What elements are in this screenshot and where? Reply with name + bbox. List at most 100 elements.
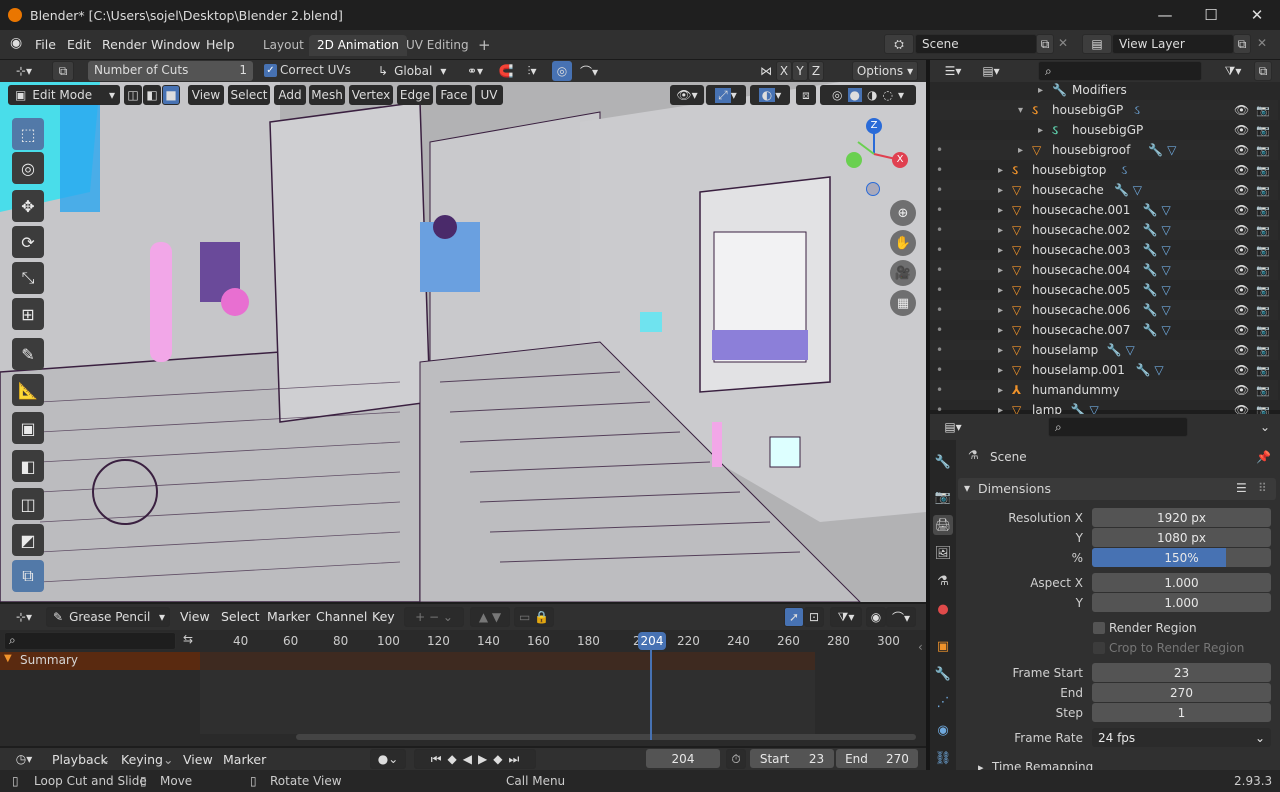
annotate-icon[interactable]: ✎ <box>12 338 44 370</box>
frame-end-field[interactable]: 270 <box>1092 683 1271 702</box>
modifier-data-icon[interactable]: 🔧 ▽ <box>1143 223 1171 237</box>
tool-tab-icon[interactable]: 🔧 <box>933 452 953 472</box>
camera-view-icon[interactable]: 🎥 <box>890 260 916 286</box>
outliner-row[interactable]: • ▸ ▽ housebigroof 🔧 ▽ 👁 📷 <box>930 140 1278 160</box>
properties-search-input[interactable]: ⌕ <box>1048 417 1188 437</box>
menu-add[interactable]: Add <box>274 85 306 105</box>
options-dropdown[interactable]: Options ▾ <box>852 61 918 81</box>
outliner-row[interactable]: • ▸ ઽ housebigtop ઽ 👁 📷 <box>930 160 1278 180</box>
dopesheet-mode-dropdown[interactable]: ✎ Grease Pencil ▾ <box>46 607 170 627</box>
sidebar-collapse-icon[interactable]: ‹ <box>918 640 923 654</box>
new-scene-icon[interactable]: ⧉ <box>1036 34 1054 54</box>
bevel-icon[interactable]: ◩ <box>12 524 44 556</box>
outliner-row[interactable]: • ▸ ▽ housecache.001 🔧 ▽ 👁 📷 <box>930 200 1278 220</box>
mirror-icon[interactable]: ⋈ <box>756 61 776 81</box>
menu-face[interactable]: Face <box>436 85 472 105</box>
display-mode-icon[interactable]: ▤▾ <box>976 61 1006 81</box>
visibility-eye-icon[interactable]: 👁 <box>1234 323 1249 337</box>
chevron-down-icon[interactable]: ▾ <box>898 88 904 102</box>
render-camera-icon[interactable]: 📷 <box>1256 164 1270 177</box>
visibility-icon[interactable]: 👁▾ <box>670 85 704 105</box>
falloff-icon[interactable]: ⌒▾ <box>574 61 604 81</box>
render-tab-icon[interactable]: 📷 <box>933 487 953 507</box>
visibility-eye-icon[interactable]: 👁 <box>1234 283 1249 297</box>
dopesheet-menu-view[interactable]: View <box>180 609 210 624</box>
gizmo-neg-z[interactable] <box>866 182 880 196</box>
proportional-edit-icon[interactable]: ◎ <box>552 61 572 81</box>
transform-icon[interactable]: ⊞ <box>12 298 44 330</box>
scene-selector-icon[interactable]: ⛭ <box>884 34 914 54</box>
gizmo-y-axis[interactable] <box>846 152 862 168</box>
modifier-data-icon[interactable]: 🔧 ▽ <box>1143 283 1171 297</box>
new-collection-icon[interactable]: ⧉ <box>1254 61 1272 81</box>
render-camera-icon[interactable]: 📷 <box>1256 284 1270 297</box>
current-frame-field[interactable]: 204 <box>646 749 720 768</box>
rendered-shading-icon[interactable]: ◌ <box>882 88 892 102</box>
render-camera-icon[interactable]: 📷 <box>1256 344 1270 357</box>
expand-arrow-icon[interactable]: ▸ <box>1018 145 1023 156</box>
outliner-row[interactable]: ▾ ઽ housebigGP ઽ 👁 📷 <box>930 100 1278 120</box>
number-of-cuts-field[interactable]: Number of Cuts 1 <box>88 61 253 81</box>
modifier-data-icon[interactable]: ઽ <box>1134 103 1140 118</box>
outliner-row[interactable]: ▸ ઽ housebigGP 👁 📷 <box>930 120 1278 140</box>
perspective-grid-icon[interactable]: ▦ <box>890 290 916 316</box>
outliner-row[interactable]: • ▸ ▽ houselamp 🔧 ▽ 👁 📷 <box>930 340 1278 360</box>
move-icon[interactable]: ✥ <box>12 190 44 222</box>
summary-channel[interactable]: ▼ Summary <box>0 652 200 670</box>
expand-arrow-icon[interactable]: ▸ <box>998 365 1003 376</box>
render-camera-icon[interactable]: 📷 <box>1256 244 1270 257</box>
visibility-eye-icon[interactable]: 👁 <box>1234 183 1249 197</box>
modifier-data-icon[interactable]: 🔧 ▽ <box>1143 323 1171 337</box>
xray-icon[interactable]: ⧈ <box>796 85 816 105</box>
visibility-eye-icon[interactable]: 👁 <box>1234 243 1249 257</box>
wireframe-shading-icon[interactable]: ◎ <box>832 88 842 102</box>
modifier-data-icon[interactable]: 🔧 ▽ <box>1143 303 1171 317</box>
aspect-x-field[interactable]: 1.000 <box>1092 573 1271 592</box>
outliner-row[interactable]: • ▸ ▽ housecache.006 🔧 ▽ 👁 📷 <box>930 300 1278 320</box>
delete-view-layer-icon[interactable]: ✕ <box>1257 36 1267 50</box>
crop-region-checkbox[interactable] <box>1093 642 1105 654</box>
chevron-down-icon[interactable]: ⌄ <box>1256 417 1274 437</box>
exclude-dot-icon[interactable]: • <box>936 323 943 337</box>
proportional-icon[interactable]: ◉ <box>866 607 886 627</box>
drag-handle-icon[interactable]: ⠿ <box>1258 481 1267 495</box>
properties-editor-icon[interactable]: ▤▾ <box>938 417 968 437</box>
render-camera-icon[interactable]: 📷 <box>1256 104 1270 117</box>
visibility-eye-icon[interactable]: 👁 <box>1234 203 1249 217</box>
dimensions-panel-header[interactable]: ▾ Dimensions ☰ ⠿ <box>958 478 1276 500</box>
render-camera-icon[interactable]: 📷 <box>1256 204 1270 217</box>
dopesheet-editor-icon[interactable]: ⊹▾ <box>8 607 40 627</box>
frame-start-field[interactable]: 23 <box>1092 663 1271 682</box>
new-view-layer-icon[interactable]: ⧉ <box>1233 34 1251 54</box>
render-camera-icon[interactable]: 📷 <box>1256 224 1270 237</box>
render-camera-icon[interactable]: 📷 <box>1256 144 1270 157</box>
pan-hand-icon[interactable]: ✋ <box>890 230 916 256</box>
swap-icon[interactable]: ⇆ <box>178 632 198 650</box>
tab-2d-animation[interactable]: 2D Animation <box>309 35 407 56</box>
start-frame-field[interactable]: Start 23 <box>750 749 834 768</box>
menu-file[interactable]: File <box>35 37 56 52</box>
exclude-dot-icon[interactable]: • <box>936 243 943 257</box>
add-workspace-button[interactable]: + <box>470 33 499 54</box>
dopesheet-menu-channel[interactable]: Channel <box>316 609 367 624</box>
layer-add-remove-icon[interactable]: + − ⌄ <box>404 607 464 627</box>
minimize-button[interactable]: — <box>1142 0 1188 30</box>
maximize-button[interactable]: ☐ <box>1188 0 1234 30</box>
expand-arrow-icon[interactable]: ▸ <box>998 205 1003 216</box>
edge-select-icon[interactable]: ◧ <box>143 85 161 105</box>
visibility-eye-icon[interactable]: 👁 <box>1234 343 1249 357</box>
scene-name-field[interactable]: Scene <box>915 34 1037 54</box>
frame-step-field[interactable]: 1 <box>1092 703 1271 722</box>
exclude-dot-icon[interactable]: • <box>936 203 943 217</box>
close-button[interactable]: ✕ <box>1234 0 1280 30</box>
menu-vertex[interactable]: Vertex <box>349 85 393 105</box>
visibility-eye-icon[interactable]: 👁 <box>1234 263 1249 277</box>
filter-icon[interactable]: ⧩▾ <box>1218 61 1248 81</box>
visibility-eye-icon[interactable]: 👁 <box>1234 223 1249 237</box>
editor-type-icon[interactable]: ⊹▾ <box>8 61 40 81</box>
jump-start-icon[interactable]: ⏮ <box>431 752 442 767</box>
visibility-eye-icon[interactable]: 👁 <box>1234 303 1249 317</box>
frame-rate-dropdown[interactable]: 24 fps ⌄ <box>1092 728 1271 747</box>
menu-help[interactable]: Help <box>206 37 235 52</box>
channel-search-input[interactable]: ⌕ <box>4 632 176 650</box>
